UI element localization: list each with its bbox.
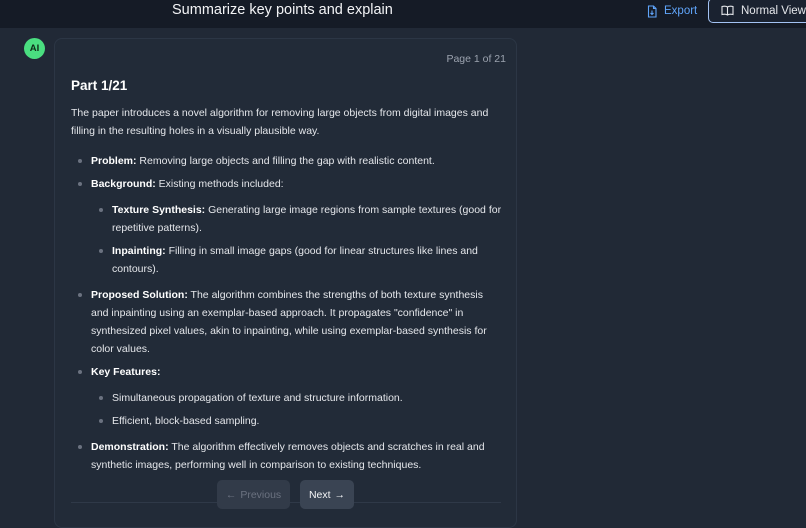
item-text: Existing methods included: bbox=[155, 178, 284, 190]
summary-list: Problem: Removing large objects and fill… bbox=[71, 152, 503, 474]
next-label: Next bbox=[308, 488, 331, 501]
arrow-left-icon: ← bbox=[225, 488, 237, 501]
bullet-icon bbox=[99, 419, 103, 423]
list-item: Texture Synthesis: Generating large imag… bbox=[71, 201, 503, 237]
bullet-icon bbox=[99, 396, 103, 400]
item-text: Efficient, block-based sampling. bbox=[112, 415, 260, 427]
page-indicator: Page 1 of 21 bbox=[446, 53, 506, 65]
book-open-icon bbox=[721, 5, 734, 16]
item-text: Filling in small image gaps (good for li… bbox=[112, 245, 478, 275]
item-label: Inpainting: bbox=[112, 245, 166, 257]
item-label: Key Features: bbox=[91, 366, 161, 378]
list-item: Simultaneous propagation of texture and … bbox=[71, 389, 503, 407]
bullet-icon bbox=[99, 208, 103, 212]
bullet-icon bbox=[78, 445, 82, 449]
next-button[interactable]: Next → bbox=[300, 480, 354, 509]
bullet-icon bbox=[78, 182, 82, 186]
bullet-icon bbox=[78, 370, 82, 374]
part-title: Part 1/21 bbox=[71, 78, 128, 93]
export-label: Export bbox=[664, 5, 698, 17]
list-item: Demonstration: The algorithm effectively… bbox=[71, 438, 503, 474]
avatar: AI bbox=[24, 38, 45, 59]
page-title: Summarize key points and explain bbox=[172, 2, 393, 18]
file-export-icon bbox=[647, 4, 657, 18]
item-label: Proposed Solution: bbox=[91, 289, 188, 301]
list-item: Background: Existing methods included: bbox=[71, 175, 503, 193]
bullet-icon bbox=[78, 293, 82, 297]
top-bar: Summarize key points and explain Export … bbox=[0, 0, 806, 28]
export-button[interactable]: Export bbox=[646, 2, 697, 20]
message-card: Page 1 of 21 Part 1/21 The paper introdu… bbox=[54, 38, 517, 528]
previous-button[interactable]: ← Previous bbox=[217, 480, 290, 509]
intro-paragraph: The paper introduces a novel algorithm f… bbox=[71, 107, 489, 137]
item-label: Demonstration: bbox=[91, 441, 169, 453]
bullet-icon bbox=[99, 249, 103, 253]
item-text: Simultaneous propagation of texture and … bbox=[112, 392, 403, 404]
normal-view-label: Normal View bbox=[741, 4, 806, 17]
list-item: Problem: Removing large objects and fill… bbox=[71, 152, 503, 170]
item-label: Problem: bbox=[91, 155, 137, 167]
list-item: Key Features: bbox=[71, 363, 503, 381]
item-text: Removing large objects and filling the g… bbox=[136, 155, 435, 167]
arrow-right-icon: → bbox=[334, 488, 346, 501]
item-label: Texture Synthesis: bbox=[112, 204, 206, 216]
list-item: Proposed Solution: The algorithm combine… bbox=[71, 286, 503, 358]
bullet-icon bbox=[78, 159, 82, 163]
normal-view-button[interactable]: Normal View bbox=[708, 0, 806, 23]
list-item: Inpainting: Filling in small image gaps … bbox=[71, 242, 503, 278]
previous-label: Previous bbox=[240, 488, 282, 501]
list-item: Efficient, block-based sampling. bbox=[71, 412, 503, 430]
item-label: Background: bbox=[91, 178, 156, 190]
